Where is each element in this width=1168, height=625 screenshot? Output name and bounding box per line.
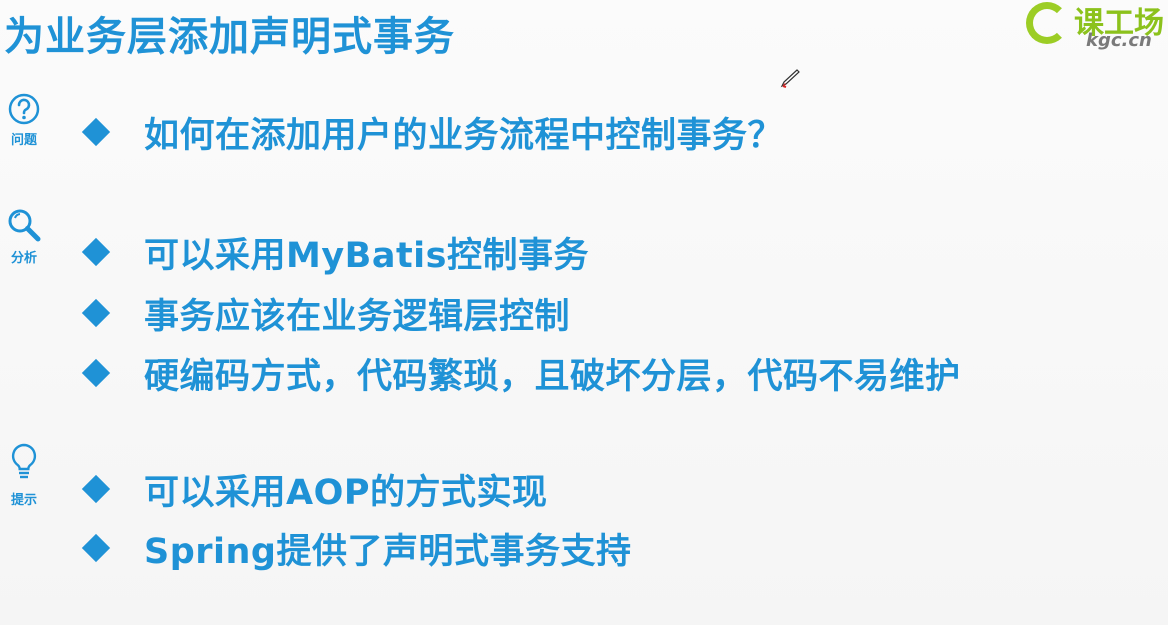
bullet-item: 事务应该在业务逻辑层控制 <box>80 290 571 337</box>
section-hint-marker: 提示 <box>0 442 48 508</box>
bullet-text: 事务应该在业务逻辑层控制 <box>144 296 571 337</box>
diamond-bullet-icon <box>81 533 111 563</box>
bullet-text: Spring提供了声明式事务支持 <box>144 531 632 572</box>
diamond-bullet-icon <box>81 237 111 267</box>
diamond-bullet-icon <box>81 117 111 147</box>
section-question-marker: 问题 <box>0 92 48 148</box>
section-analysis-marker: 分析 <box>0 206 48 266</box>
diamond-bullet-icon <box>81 358 111 388</box>
logo-ring-icon <box>1026 2 1068 44</box>
magnifier-icon <box>8 209 41 242</box>
section-label: 分析 <box>10 251 37 266</box>
bullet-text: 可以采用AOP的方式实现 <box>144 472 548 513</box>
lightbulb-icon <box>11 443 37 479</box>
slide-title: 为业务层添加声明式事务 <box>4 14 455 60</box>
bullet-text: 如何在添加用户的业务流程中控制事务？ <box>144 115 784 156</box>
brand-logo: 课工场 kgc.cn <box>1020 0 1168 55</box>
bullet-item: 如何在添加用户的业务流程中控制事务？ <box>80 109 784 156</box>
diamond-bullet-icon <box>81 298 111 328</box>
bullet-text: 可以采用MyBatis控制事务 <box>144 235 590 276</box>
bullet-item: 可以采用MyBatis控制事务 <box>80 229 590 276</box>
bullet-text: 硬编码方式，代码繁琐，且破坏分层，代码不易维护 <box>144 356 961 397</box>
logo-en-text: kgc.cn <box>1086 30 1152 51</box>
diamond-bullet-icon <box>81 474 111 504</box>
bullet-item: 可以采用AOP的方式实现 <box>80 466 548 513</box>
section-label: 提示 <box>10 493 37 508</box>
bullet-item: Spring提供了声明式事务支持 <box>80 525 632 572</box>
pen-cursor-icon <box>780 69 800 88</box>
question-mark-icon <box>8 93 40 125</box>
bullet-item: 硬编码方式，代码繁琐，且破坏分层，代码不易维护 <box>80 350 961 397</box>
section-label: 问题 <box>10 133 37 148</box>
